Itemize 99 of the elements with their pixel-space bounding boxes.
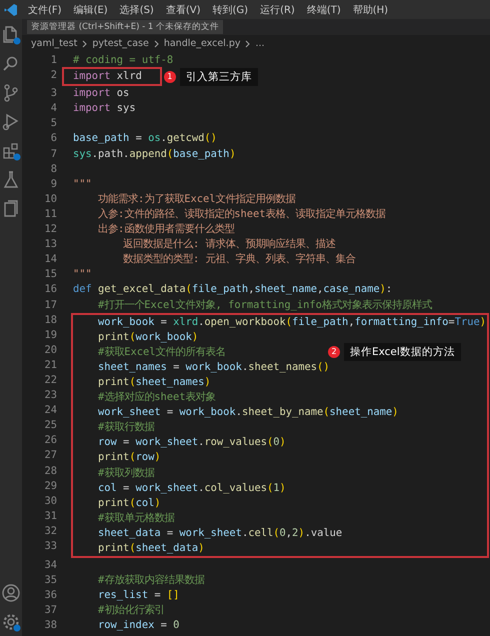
- menu-item[interactable]: 编辑(E): [68, 2, 114, 16]
- chevron-icon: [245, 40, 250, 48]
- line-number: 1: [50, 53, 57, 68]
- code-line: """: [73, 267, 92, 282]
- code-line: """: [73, 176, 92, 192]
- menu-item[interactable]: 查看(V): [160, 2, 206, 16]
- code-line: 返回数据是什么: 请求体、预期响应结果、描述: [122, 237, 336, 252]
- line-number: 21: [43, 358, 57, 373]
- extensions-icon[interactable]: [1, 141, 21, 161]
- menu-item[interactable]: 转到(G): [206, 2, 254, 16]
- line-number: 17: [43, 298, 57, 312]
- line-number: 9: [50, 176, 57, 192]
- menu-item[interactable]: 选择(S): [114, 2, 160, 16]
- code-line: row_index = 0: [97, 618, 180, 634]
- line-number: 7: [50, 146, 57, 162]
- code-line: work_sheet = work_book.sheet_by_name(sheet_name): [97, 405, 398, 420]
- code-line: #存放获取内容结果数据: [97, 573, 204, 588]
- code-line: 入参:文件的路径、读取指定的sheet表格、读取指定单元格数据: [97, 206, 386, 222]
- code-line: # coding = utf-8: [73, 53, 174, 68]
- code-line: base_path = os.getcwd(): [73, 131, 217, 146]
- code-line: #获取行数据: [97, 420, 154, 436]
- code-line: print(sheet_data): [97, 541, 204, 556]
- line-number: 3: [50, 86, 57, 102]
- line-number: 22: [43, 372, 57, 388]
- code-line: #获取单元格数据: [97, 510, 174, 526]
- line-number: 37: [43, 603, 57, 618]
- account-icon[interactable]: [1, 583, 21, 603]
- code-line: 数据类型的类型: 元祖、字典、列表、字符串、集合: [122, 252, 356, 268]
- line-number: 11: [43, 206, 57, 222]
- menu-item[interactable]: 运行(R): [254, 2, 301, 16]
- line-number: 19: [43, 328, 57, 343]
- line-number: 20: [43, 342, 57, 358]
- line-number: 32: [43, 524, 57, 539]
- line-number: 26: [43, 433, 57, 448]
- code-line: def get_excel_data(file_path,sheet_name,case_name):: [73, 282, 392, 298]
- chevron-icon: [82, 40, 88, 48]
- line-number: 31: [43, 508, 57, 524]
- code-line: work_book = xlrd.open_workbook(file_path,formatting_info=True): [97, 314, 486, 330]
- code-line: #选择对应的sheet表对象: [97, 390, 216, 406]
- code-line: res_list = []: [97, 588, 180, 604]
- line-number: 12: [43, 222, 57, 238]
- code-line: import xlrd: [73, 69, 142, 84]
- files-icon[interactable]: [1, 25, 21, 45]
- flask-icon[interactable]: [1, 170, 21, 190]
- code-line: #获取列数据: [97, 466, 154, 481]
- line-number: 38: [43, 618, 57, 634]
- breadcrumb-item[interactable]: yaml_test: [31, 38, 78, 49]
- line-number: 28: [43, 464, 57, 479]
- menu-item[interactable]: 终端(T): [300, 2, 347, 16]
- line-number: 14: [43, 252, 57, 268]
- line-number: 15: [43, 267, 57, 282]
- code-line: sheet_names = work_book.sheet_names(): [97, 360, 330, 375]
- tooltip: 资源管理器 (Ctrl+Shift+E) - 1 个未保存的文件: [27, 20, 223, 34]
- code-line: sheet_data = work_sheet.cell(0,2).value: [97, 526, 342, 541]
- line-number: 29: [43, 478, 57, 494]
- code-line: sys.path.append(base_path): [73, 146, 236, 162]
- code-line: import os: [73, 86, 130, 102]
- breadcrumb-item[interactable]: pytest_case: [92, 38, 149, 49]
- code-line: #打开一个Excel文件对象, formatting_info格式对象表示保持原样式: [97, 298, 432, 312]
- run-debug-icon[interactable]: [1, 112, 21, 132]
- line-number: 30: [43, 494, 57, 509]
- line-number: 36: [43, 588, 57, 604]
- code-line: col = work_sheet.col_values(1): [97, 480, 286, 496]
- code-line: print(row): [97, 450, 161, 466]
- line-number: 34: [43, 558, 57, 574]
- breadcrumb-item[interactable]: handle_excel.py: [164, 38, 240, 49]
- number-badge: 2: [328, 346, 340, 358]
- code-line: row = work_sheet.row_values(0): [97, 435, 286, 450]
- line-number: 13: [43, 237, 57, 252]
- callout-label: 引入第三方库: [180, 68, 258, 86]
- line-number: 33: [43, 539, 57, 554]
- line-number: 4: [50, 101, 57, 116]
- line-number: 8: [50, 162, 57, 177]
- code-line: 出参:函数使用者需要什么类型: [97, 222, 234, 238]
- line-number: 2: [50, 68, 57, 84]
- code-line: import sys: [73, 101, 136, 116]
- line-number: 18: [43, 312, 57, 328]
- code-line: #获取Excel文件的所有表名: [97, 344, 226, 360]
- code-line: print(sheet_names): [97, 374, 211, 390]
- line-number: 35: [43, 573, 57, 588]
- code-line: print(work_book): [97, 330, 198, 345]
- code-line: 功能需求:为了获取Excel文件指定用例数据: [97, 192, 296, 207]
- line-number: 10: [43, 192, 57, 207]
- number-badge: 1: [164, 71, 176, 84]
- line-number: 24: [43, 403, 57, 418]
- settings-icon[interactable]: [1, 612, 21, 632]
- line-number: 27: [43, 448, 57, 464]
- line-number: 25: [43, 418, 57, 434]
- code-line: print(col): [97, 496, 161, 511]
- code-line: #初始化行索引: [97, 603, 164, 618]
- callout-label: 操作Excel数据的方法: [344, 342, 461, 361]
- chevron-icon: [154, 40, 159, 48]
- line-number: 5: [50, 116, 57, 132]
- line-number: 16: [43, 282, 57, 298]
- line-number: 6: [50, 131, 57, 146]
- menu-item[interactable]: 文件(F): [22, 2, 68, 16]
- line-number: 23: [43, 388, 57, 404]
- breadcrumb-item[interactable]: ...: [255, 38, 265, 49]
- menu-item[interactable]: 帮助(H): [346, 2, 394, 16]
